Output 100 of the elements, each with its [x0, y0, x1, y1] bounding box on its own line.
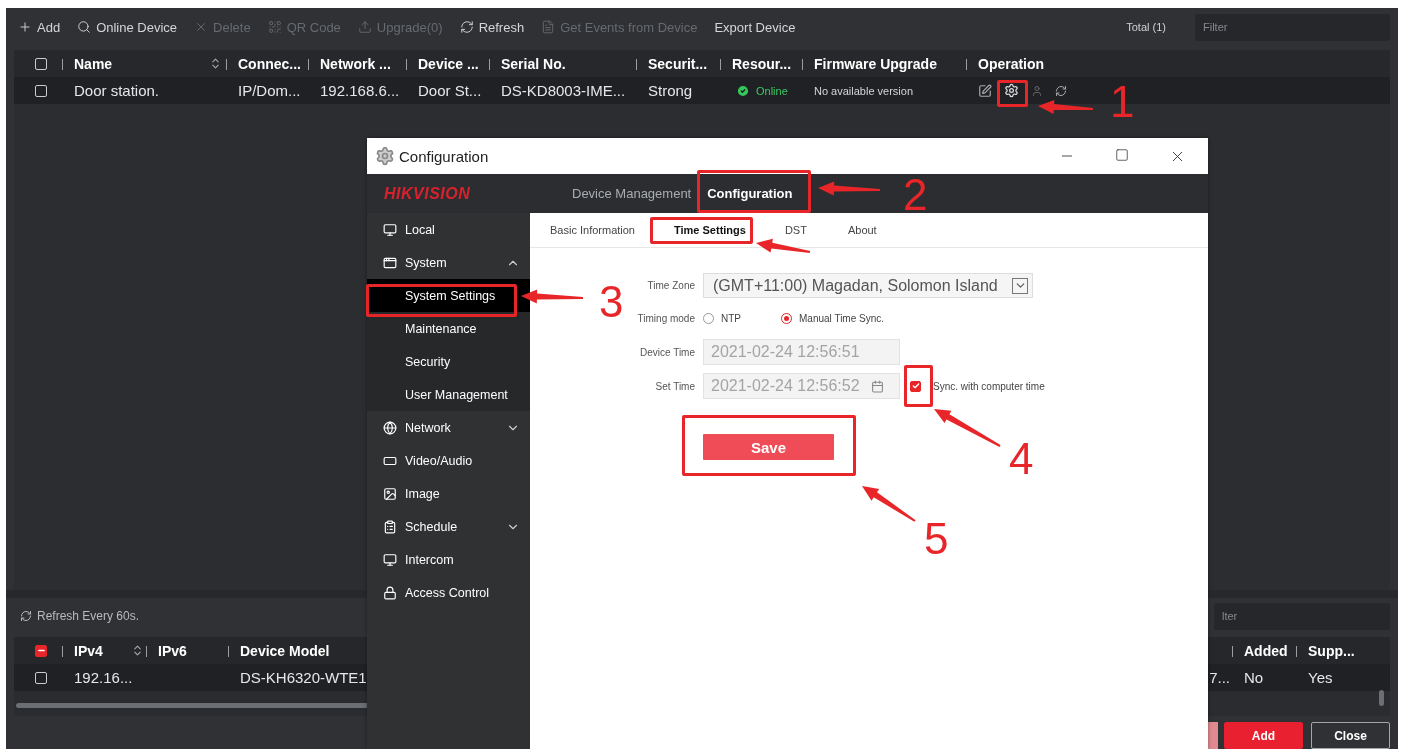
save-button[interactable]: Save	[703, 434, 834, 460]
refresh-icon[interactable]	[1055, 84, 1067, 97]
settings-icon[interactable]	[1004, 83, 1019, 98]
radio-label: Manual Time Sync.	[799, 313, 885, 324]
sidebar-item[interactable]: Local	[367, 213, 530, 246]
toolbar-button[interactable]: Refresh	[459, 19, 525, 35]
table-cell-text: 192.16...	[73, 669, 134, 686]
check-circle-icon	[736, 83, 750, 98]
field-label: Set Time	[654, 380, 695, 392]
column-header[interactable]: Serial No.	[489, 50, 636, 77]
field-label: Timing mode	[636, 313, 695, 324]
sort-icon[interactable]	[209, 57, 222, 70]
nav-tab[interactable]: Configuration	[707, 186, 793, 201]
dropdown-icon[interactable]	[1012, 277, 1028, 294]
document-icon	[541, 20, 556, 34]
column-header[interactable]: Device ...	[406, 50, 489, 77]
column-header[interactable]: Operation	[966, 50, 1390, 77]
column-header[interactable]: IPv4	[62, 637, 146, 664]
plus-icon	[18, 20, 32, 34]
column-header[interactable]: Firmware Upgrade	[802, 50, 966, 77]
table-cell-text: DS-KD8003-IME...	[500, 82, 627, 99]
toolbar-button[interactable]: Add	[18, 19, 61, 35]
scrollbar[interactable]	[1379, 690, 1384, 706]
sidebar-item[interactable]: System	[367, 246, 530, 279]
column-header[interactable]: Name	[62, 50, 226, 77]
tab[interactable]: Basic Information	[550, 224, 635, 236]
pointer-arrow	[934, 409, 1001, 447]
auto-refresh-label: Refresh Every 60s.	[37, 609, 140, 623]
checkbox[interactable]	[35, 644, 47, 657]
image-icon	[383, 486, 397, 501]
step-number: 5	[924, 517, 949, 561]
total-count: Total (1)	[1126, 21, 1166, 33]
table-cell-text: Door station.	[73, 82, 161, 99]
toolbar-button[interactable]: Export Device	[714, 19, 796, 35]
close-button[interactable]: Close	[1311, 722, 1390, 749]
window-title: Configuration	[399, 147, 489, 165]
tab[interactable]: DST	[784, 224, 807, 236]
column-header[interactable]: Added	[1232, 637, 1296, 664]
filter-field[interactable]: lter	[1214, 602, 1390, 630]
table-cell-text: 192.168.6...	[319, 82, 401, 99]
sidebar-item[interactable]: Security	[367, 345, 530, 378]
sidebar-item[interactable]: System Settings	[367, 279, 530, 312]
sidebar-item[interactable]: Schedule	[367, 510, 530, 543]
pointer-arrow	[521, 289, 583, 304]
tab[interactable]: About	[847, 224, 877, 236]
globe-icon	[383, 420, 397, 435]
toolbar-button[interactable]: Online Device	[77, 19, 178, 35]
table-cell-text: Door St...	[417, 82, 483, 99]
gear-icon	[375, 146, 395, 166]
column-header[interactable]: Network ...	[308, 50, 406, 77]
monitor-icon	[383, 552, 397, 567]
checkbox[interactable]	[35, 84, 47, 97]
checkbox-label: Sync. with computer time	[933, 380, 1045, 392]
window-icon	[383, 255, 397, 270]
upload-icon	[357, 20, 372, 34]
maximize-icon[interactable]	[1115, 147, 1129, 162]
pointer-arrow	[862, 486, 916, 522]
sidebar-item[interactable]: Intercom	[367, 543, 530, 576]
pointer-arrow	[756, 238, 811, 253]
checkbox[interactable]	[35, 671, 47, 684]
list-icon	[383, 519, 397, 534]
time-zone-select[interactable]: (GMT+11:00) Magadan, Solomon Island	[703, 273, 1033, 298]
sidebar-item[interactable]: Video/Audio	[367, 444, 530, 477]
table-cell-text: 7...	[1208, 669, 1231, 686]
edit-icon[interactable]	[978, 83, 992, 98]
filter-field[interactable]: Filter	[1195, 13, 1390, 41]
column-header[interactable]: Resour...	[720, 50, 802, 77]
monitor-icon	[383, 222, 397, 237]
column-header[interactable]: Securit...	[636, 50, 720, 77]
table-cell-text: Strong	[647, 82, 694, 99]
qr-code-icon	[267, 20, 282, 34]
tab[interactable]: Time Settings	[674, 224, 746, 236]
table-cell-text: DS-KH6320-WTE1	[239, 669, 368, 686]
nav-tab[interactable]: Device Management	[572, 186, 692, 201]
pointer-arrow	[818, 181, 880, 196]
column-header[interactable]: Device Model	[228, 637, 1168, 664]
checkbox[interactable]	[35, 57, 47, 70]
sidebar-item[interactable]: Access Control	[367, 576, 530, 609]
field-label: Device Time	[639, 346, 695, 358]
highlight-frame	[997, 80, 1028, 107]
user-icon[interactable]	[1031, 84, 1043, 97]
column-header[interactable]: Supp...	[1296, 637, 1376, 664]
table-cell-text: IP/Dom...	[237, 82, 302, 99]
highlight-frame	[904, 365, 933, 407]
radio-label: NTP	[721, 313, 741, 324]
column-header[interactable]: Connec...	[226, 50, 308, 77]
sidebar-item[interactable]: Network	[367, 411, 530, 444]
refresh-icon[interactable]	[20, 610, 32, 622]
sort-icon[interactable]	[131, 644, 144, 657]
brand-logo: HIKVISION	[383, 184, 472, 203]
table-cell-text: Yes	[1307, 669, 1334, 686]
step-number: 4	[1009, 437, 1034, 481]
pointer-arrow	[1038, 99, 1094, 114]
sidebar-item[interactable]: Image	[367, 477, 530, 510]
checkbox[interactable]	[910, 380, 921, 392]
add-button[interactable]: Add	[1224, 722, 1303, 749]
step-number: 3	[599, 280, 624, 324]
sidebar-item[interactable]: User Management	[367, 378, 530, 411]
column-header[interactable]: IPv6	[146, 637, 228, 664]
table-cell: No available version	[814, 84, 914, 97]
